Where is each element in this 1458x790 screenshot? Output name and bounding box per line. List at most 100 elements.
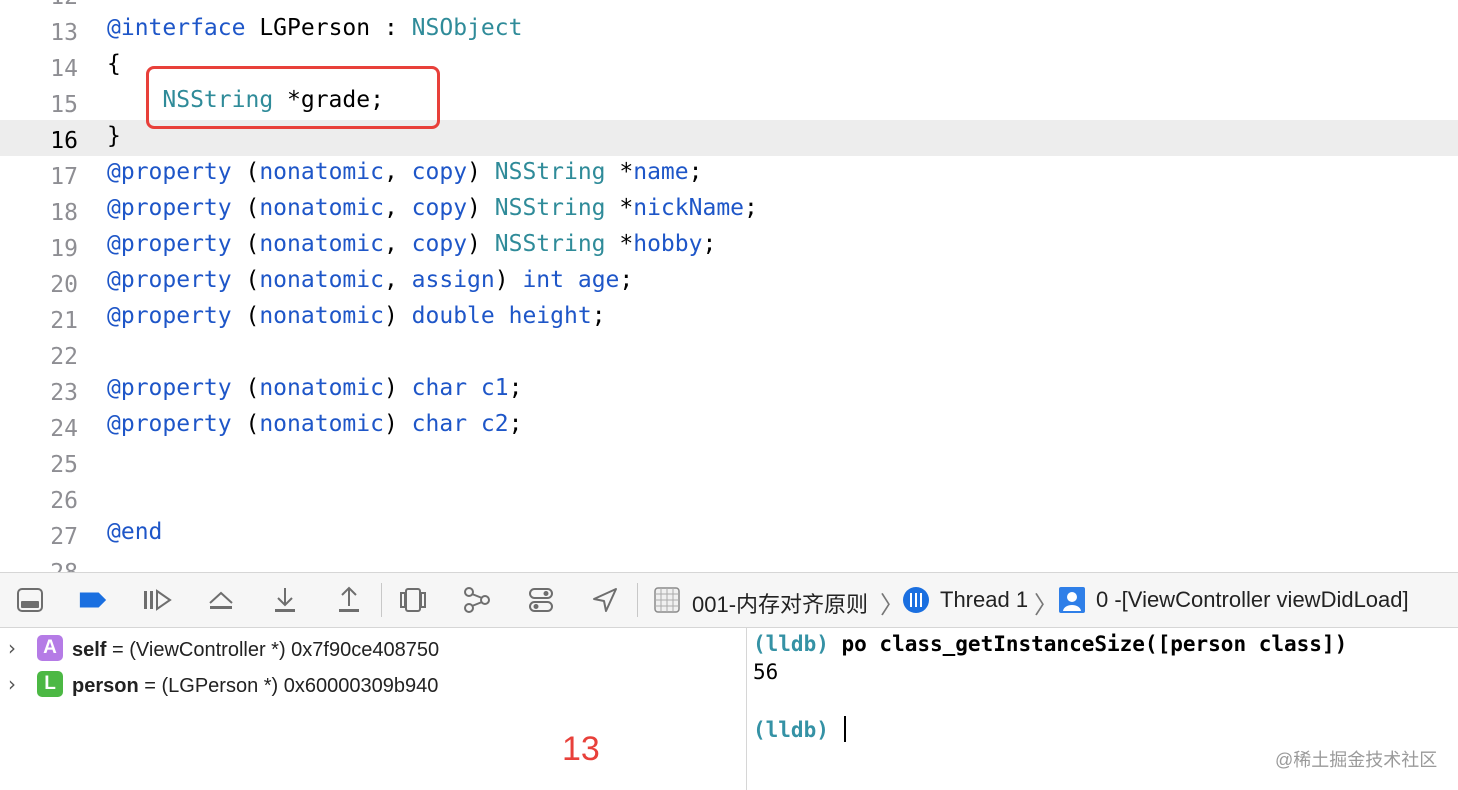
thread-icon — [901, 585, 931, 615]
code-token: NSString — [494, 159, 606, 185]
annotation-number: 13 — [562, 730, 600, 768]
code-line[interactable]: 21 @property (nonatomic) double height; — [0, 300, 1458, 336]
code-line[interactable]: 17 @property (nonatomic, copy) NSString *… — [0, 156, 1458, 192]
code-text: @property (nonatomic) char c2; — [107, 411, 522, 437]
code-line[interactable]: 27 @end — [0, 516, 1458, 552]
code-token: int — [522, 267, 564, 293]
code-token: LGPerson : — [245, 15, 412, 41]
code-token: ( — [231, 195, 260, 221]
code-token: nonatomic — [259, 375, 384, 401]
code-token: @property — [107, 231, 232, 257]
line-number: 27 — [50, 524, 78, 550]
text-cursor — [843, 716, 846, 742]
code-line[interactable]: 13 @interface LGPerson : NSObject — [0, 12, 1458, 48]
simulate-location-icon[interactable] — [590, 585, 620, 615]
code-line[interactable]: 28 — [0, 552, 1458, 572]
code-token: ; — [744, 195, 758, 221]
code-text: { — [107, 51, 121, 77]
code-token: ) — [494, 267, 523, 293]
line-number: 25 — [50, 452, 78, 478]
continue-icon[interactable] — [142, 585, 172, 615]
console-input-line[interactable]: (lldb) — [753, 716, 846, 742]
step-out-icon[interactable] — [334, 585, 364, 615]
code-token: copy — [411, 195, 468, 221]
variable-type: = (ViewController *) — [106, 639, 292, 661]
code-line[interactable]: 18 @property (nonatomic, copy) NSString *… — [0, 192, 1458, 228]
code-token: { — [107, 51, 121, 77]
variable-name: person — [72, 675, 139, 697]
watermark: @稀土掘金技术社区 — [1275, 750, 1438, 770]
breadcrumb-frame[interactable]: 0 -[ViewController viewDidLoad] — [1096, 587, 1409, 613]
code-token: name — [633, 159, 689, 185]
disclosure-chevron-icon[interactable]: › — [8, 636, 16, 660]
code-token: ; — [508, 411, 523, 437]
step-over-icon[interactable] — [206, 585, 236, 615]
console-command-line: (lldb) po class_getInstanceSize([person … — [753, 632, 1347, 656]
code-token: ( — [231, 267, 260, 293]
variable-value: 0x60000309b940 — [283, 675, 439, 697]
memory-graph-icon[interactable] — [462, 585, 492, 615]
code-token: char — [411, 411, 468, 437]
hide-debug-area-icon[interactable] — [15, 585, 45, 615]
code-token: * — [605, 159, 634, 185]
disclosure-chevron-icon[interactable]: › — [8, 672, 16, 696]
code-token: nonatomic — [259, 231, 384, 257]
code-line[interactable]: 25 — [0, 444, 1458, 480]
environment-overrides-icon[interactable] — [526, 585, 556, 615]
code-token: NSString — [494, 231, 606, 257]
code-token: @interface — [107, 15, 246, 41]
line-number: 13 — [50, 20, 78, 46]
code-line[interactable]: 20 @property (nonatomic, assign) int age; — [0, 264, 1458, 300]
code-line[interactable]: 23 @property (nonatomic) char c1; — [0, 372, 1458, 408]
step-into-icon[interactable] — [270, 585, 300, 615]
code-token: c1 — [480, 375, 509, 401]
code-token: double — [411, 303, 495, 329]
app-target-icon — [652, 585, 682, 615]
chevron-right-icon: 〉 — [1034, 591, 1058, 619]
code-line[interactable]: 22 — [0, 336, 1458, 372]
code-token: ( — [231, 159, 260, 185]
line-number: 21 — [50, 308, 78, 334]
code-token: ; — [591, 303, 606, 329]
code-token: , — [383, 231, 412, 257]
code-line[interactable]: 26 — [0, 480, 1458, 516]
variable-row-person[interactable]: › L person = (LGPerson *) 0x60000309b940 — [0, 668, 746, 702]
code-token: ; — [619, 267, 634, 293]
code-token: , — [383, 159, 412, 185]
code-token: @property — [107, 303, 232, 329]
variable-row-self[interactable]: › A self = (ViewController *) 0x7f90ce40… — [0, 632, 746, 666]
breakpoints-icon[interactable] — [78, 585, 108, 615]
code-token: ; — [688, 159, 703, 185]
code-line[interactable]: 24 @property (nonatomic) char c2; — [0, 408, 1458, 444]
code-token: @property — [107, 411, 232, 437]
view-hierarchy-icon[interactable] — [398, 585, 428, 615]
code-token: @end — [107, 519, 163, 545]
code-text: } — [107, 123, 121, 149]
argument-badge-icon: A — [37, 635, 63, 661]
line-number: 17 — [50, 164, 78, 190]
code-line[interactable]: 19 @property (nonatomic, copy) NSString *… — [0, 228, 1458, 264]
code-line[interactable]: 12 — [0, 0, 1458, 12]
code-token: ) — [383, 303, 412, 329]
code-token: ( — [231, 375, 260, 401]
code-token: @property — [107, 195, 232, 221]
code-text: @property (nonatomic) double height; — [107, 303, 606, 329]
breadcrumb-target[interactable]: 001-内存对齐原则 — [692, 587, 868, 619]
code-token: ( — [231, 303, 260, 329]
line-number: 28 — [0, 560, 78, 572]
breadcrumb-thread[interactable]: Thread 1 — [940, 587, 1028, 613]
code-token: ; — [508, 375, 523, 401]
line-number: 20 — [50, 272, 78, 298]
code-token: hobby — [633, 231, 703, 257]
line-number: 22 — [50, 344, 78, 370]
lldb-prompt: (lldb) — [753, 718, 842, 742]
local-badge-icon: L — [37, 671, 63, 697]
console-command: po class_getInstanceSize([person class]) — [828, 632, 1348, 656]
code-token: copy — [411, 159, 468, 185]
code-token: @property — [107, 267, 232, 293]
code-token: * — [605, 231, 634, 257]
toolbar-divider — [637, 583, 638, 617]
line-number: 14 — [50, 56, 78, 82]
